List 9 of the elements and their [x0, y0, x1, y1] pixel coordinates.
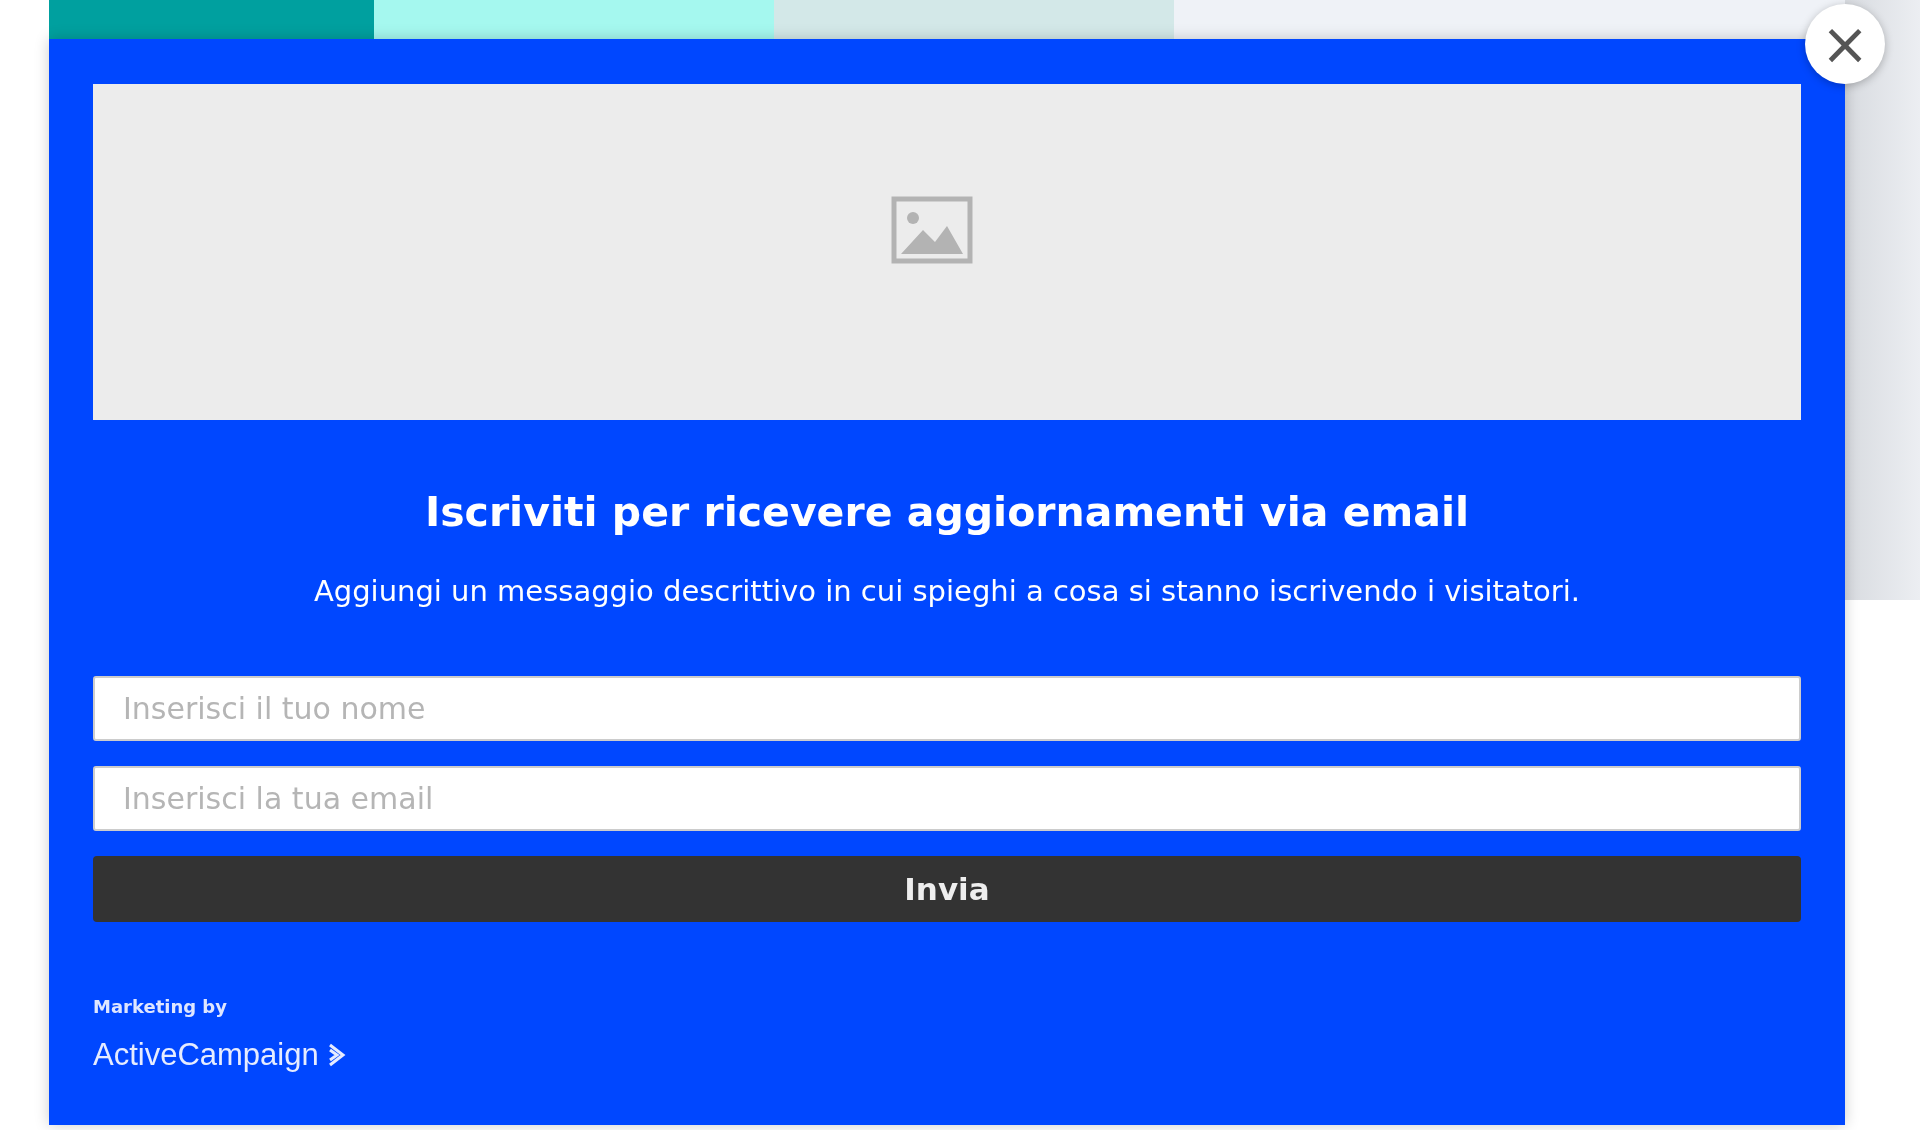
submit-button[interactable]: Invia — [93, 856, 1801, 922]
image-icon — [891, 196, 973, 264]
brand-logo[interactable]: ActiveCampaign — [93, 1037, 319, 1073]
input-field[interactable]: Inserisci la tua email — [93, 766, 1801, 831]
form-description: Aggiungi un messaggio descrittivo in cui spieghi a cosa si stanno iscrivendo i visitatori. — [312, 574, 1582, 608]
marketing-caption: Marketing by — [93, 996, 227, 1017]
input-field[interactable]: Inserisci il tuo nome — [93, 676, 1801, 741]
chevron-icon — [326, 1042, 347, 1068]
form-title: Iscriviti per ricevere aggiornamenti via email — [423, 488, 1471, 536]
